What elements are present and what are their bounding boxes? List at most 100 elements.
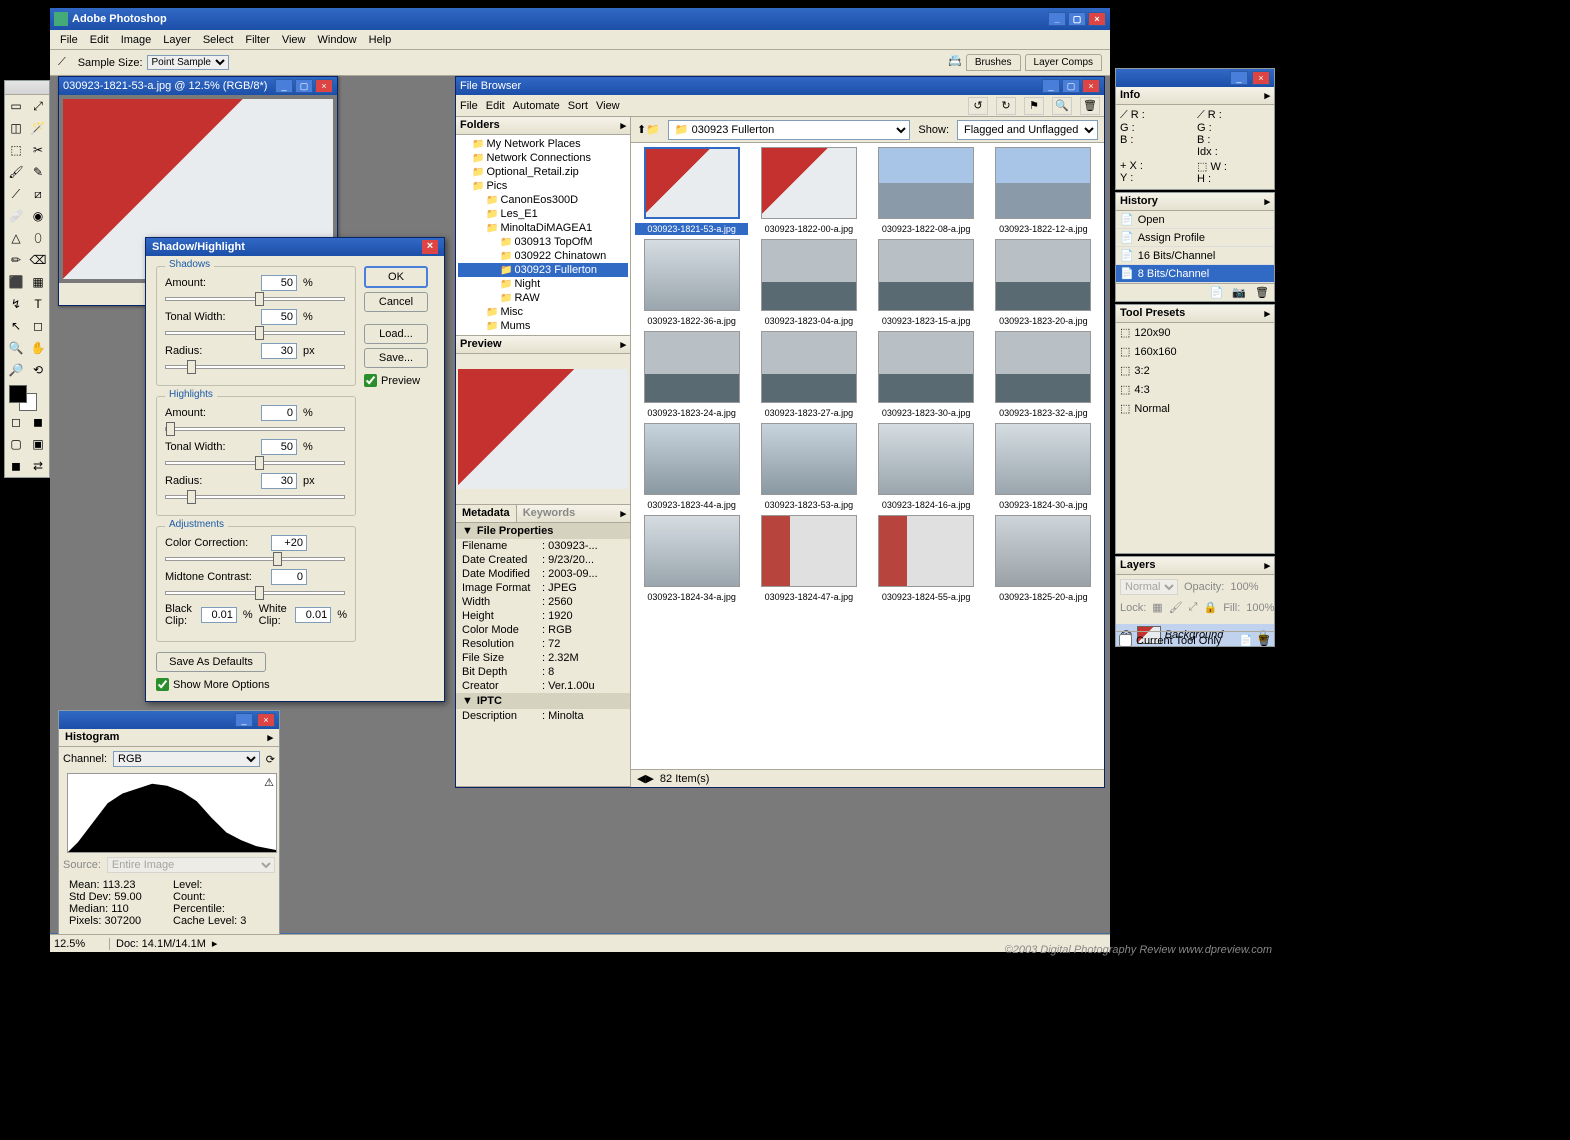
tree-item[interactable]: Mums [458, 319, 628, 333]
expand-icon[interactable]: ▼ [462, 695, 473, 707]
tool-22[interactable]: 🔍 [5, 337, 27, 359]
doc-size[interactable]: Doc: 14.1M/14.1M [110, 938, 212, 950]
tool-16[interactable]: ⬛ [5, 271, 27, 293]
fb-maximize[interactable]: ▢ [1062, 79, 1080, 93]
tool-23[interactable]: ✋ [27, 337, 49, 359]
thumbnail[interactable]: 030923-1823-30-a.jpg [870, 331, 983, 419]
layer-comps-well[interactable]: Layer Comps [1025, 54, 1102, 71]
show-filter[interactable]: Flagged and Unflagged [957, 120, 1098, 140]
tool-24[interactable]: 🔎 [5, 359, 27, 381]
color-correction[interactable] [271, 535, 307, 551]
quickmask-off[interactable]: ◻ [5, 411, 27, 433]
shadows-tonal[interactable] [261, 309, 297, 325]
thumbnail[interactable]: 030923-1824-55-a.jpg [870, 515, 983, 603]
panel-menu-icon[interactable]: ▸ [1264, 559, 1270, 572]
highlights-amount[interactable] [261, 405, 297, 421]
cc-slider[interactable] [165, 557, 345, 561]
thumbnail[interactable]: 030923-1825-20-a.jpg [987, 515, 1100, 603]
tool-8[interactable]: ⟋ [5, 183, 27, 205]
highlights-tonal-slider[interactable] [165, 461, 345, 465]
tool-10[interactable]: 🩹 [5, 205, 27, 227]
rotate-cw-icon[interactable]: ↻ [996, 97, 1016, 115]
preset-item[interactable]: 120x90 [1116, 323, 1274, 342]
preset-item[interactable]: 4:3 [1116, 380, 1274, 399]
metadata-tab[interactable]: Metadata [456, 505, 517, 522]
preset-item[interactable]: 3:2 [1116, 361, 1274, 380]
lock-trans-icon[interactable]: ▦ [1152, 601, 1162, 614]
new-doc-icon[interactable]: 📄 [1207, 287, 1227, 299]
ok-button[interactable]: OK [364, 266, 428, 288]
metadata-list[interactable]: ▼File Properties Filename030923-...Date … [456, 523, 630, 786]
tool-12[interactable]: △ [5, 227, 27, 249]
show-more-checkbox[interactable] [156, 678, 169, 691]
maximize-button[interactable]: ▢ [1068, 12, 1086, 26]
menu-edit[interactable]: Edit [84, 32, 115, 48]
section-menu-icon[interactable]: ▸ [620, 338, 626, 351]
thumbnail[interactable]: 030923-1823-27-a.jpg [752, 331, 865, 419]
tree-item[interactable]: Optional_Retail.zip [458, 165, 628, 179]
flag-icon[interactable]: ⚑ [1024, 97, 1044, 115]
menu-image[interactable]: Image [115, 32, 158, 48]
highlights-radius[interactable] [261, 473, 297, 489]
thumbnail[interactable]: 030923-1823-04-a.jpg [752, 239, 865, 327]
tool-20[interactable]: ↖ [5, 315, 27, 337]
menu-select[interactable]: Select [197, 32, 240, 48]
tree-item[interactable]: Pics [458, 179, 628, 193]
tool-13[interactable]: ⬯ [27, 227, 49, 249]
tool-18[interactable]: ↯ [5, 293, 27, 315]
imageready[interactable]: ⇄ [27, 455, 49, 477]
trash-icon[interactable]: 🗑 [1252, 287, 1272, 299]
tree-item[interactable]: 030913 TopOfM [458, 235, 628, 249]
thumbnail-grid[interactable]: 030923-1821-53-a.jpg030923-1822-00-a.jpg… [631, 143, 1104, 769]
doc-close[interactable]: × [315, 79, 333, 93]
thumbnail[interactable]: 030923-1822-12-a.jpg [987, 147, 1100, 235]
screenmode-2[interactable]: ▣ [27, 433, 49, 455]
tool-25[interactable]: ⟲ [27, 359, 49, 381]
doc-minimize[interactable]: _ [275, 79, 293, 93]
thumbnail[interactable]: 030923-1823-24-a.jpg [635, 331, 748, 419]
black-clip[interactable] [201, 607, 237, 623]
highlights-radius-slider[interactable] [165, 495, 345, 499]
keywords-tab[interactable]: Keywords [517, 505, 582, 522]
toggle-panels-icon[interactable]: ◀▶ [637, 772, 654, 785]
tree-item[interactable]: Misc [458, 305, 628, 319]
shadows-amount-slider[interactable] [165, 297, 345, 301]
new-snapshot-icon[interactable]: 📷 [1229, 287, 1249, 299]
current-tool-only-check[interactable] [1119, 634, 1132, 647]
menu-file[interactable]: File [54, 32, 84, 48]
tool-15[interactable]: ⌫ [27, 249, 49, 271]
shadows-radius[interactable] [261, 343, 297, 359]
save-defaults-button[interactable]: Save As Defaults [156, 652, 266, 672]
fb-menu-automate[interactable]: Automate [513, 100, 560, 112]
tree-item[interactable]: 030923 Fullerton [458, 263, 628, 277]
fb-close[interactable]: × [1082, 79, 1100, 93]
thumbnail[interactable]: 030923-1824-30-a.jpg [987, 423, 1100, 511]
thumbnail[interactable]: 030923-1823-44-a.jpg [635, 423, 748, 511]
tree-item[interactable]: PentaxIstD [458, 333, 628, 335]
eyedropper-icon[interactable]: ⟋ [58, 56, 66, 69]
tool-1[interactable]: ⤢ [27, 95, 49, 117]
tree-item[interactable]: MinoltaDiMAGEA1 [458, 221, 628, 235]
color-swatches[interactable] [5, 381, 49, 411]
new-preset-icon[interactable]: 📄 [1239, 634, 1253, 647]
toolbox-header[interactable] [5, 81, 49, 95]
tool-17[interactable]: ▦ [27, 271, 49, 293]
tool-14[interactable]: ✏ [5, 249, 27, 271]
fb-minimize[interactable]: _ [1042, 79, 1060, 93]
thumbnail[interactable]: 030923-1822-08-a.jpg [870, 147, 983, 235]
thumbnail[interactable]: 030923-1823-20-a.jpg [987, 239, 1100, 327]
thumbnail[interactable]: 030923-1822-00-a.jpg [752, 147, 865, 235]
warning-icon[interactable]: ⚠ [264, 776, 274, 789]
up-folder-icon[interactable]: ⬆📁 [637, 123, 660, 136]
tree-item[interactable]: My Network Places [458, 137, 628, 151]
mc-slider[interactable] [165, 591, 345, 595]
panel-menu-icon[interactable]: ▸ [1264, 89, 1270, 102]
channel-select[interactable]: RGB [113, 751, 260, 767]
preview-checkbox[interactable] [364, 374, 377, 387]
thumbnail[interactable]: 030923-1821-53-a.jpg [635, 147, 748, 235]
doc-maximize[interactable]: ▢ [295, 79, 313, 93]
menu-layer[interactable]: Layer [157, 32, 197, 48]
menu-view[interactable]: View [276, 32, 312, 48]
tool-2[interactable]: ◫ [5, 117, 27, 139]
tree-item[interactable]: Night [458, 277, 628, 291]
